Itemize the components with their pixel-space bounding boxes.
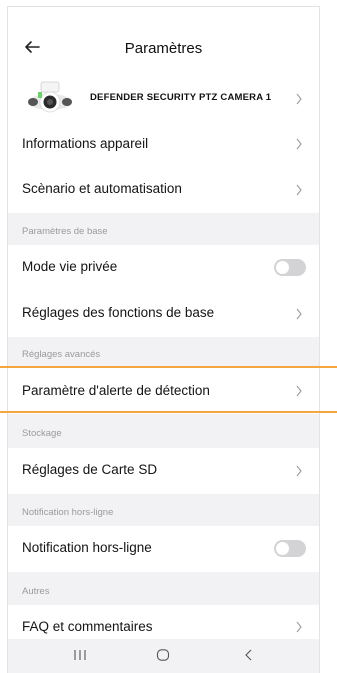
home-icon[interactable] xyxy=(156,649,170,661)
device-info-label: Informations appareil xyxy=(22,136,149,151)
highlight-top-line xyxy=(0,366,337,368)
offline-notif-row: Notification hors-ligne xyxy=(8,526,319,572)
settings-screen: Paramètres DEFENDER SECURITY PTZ CAMERA … xyxy=(7,6,320,673)
system-nav-bar xyxy=(8,639,319,673)
chevron-right-icon xyxy=(296,465,302,477)
privacy-label: Mode vie privée xyxy=(22,259,118,274)
basic-functions-label: Réglages des fonctions de base xyxy=(22,305,215,320)
page-title: Paramètres xyxy=(124,40,203,57)
privacy-row: Mode vie privée xyxy=(8,245,319,291)
section-basic: Paramètres de base xyxy=(22,226,108,237)
chevron-right-icon xyxy=(296,308,302,320)
detection-alert-label: Paramètre d'alerte de détection xyxy=(22,383,210,398)
scenario-label: Scènario et automatisation xyxy=(22,181,182,196)
sd-card-label: Réglages de Carte SD xyxy=(22,462,158,477)
offline-notif-toggle[interactable] xyxy=(274,540,306,557)
privacy-toggle[interactable] xyxy=(274,259,306,276)
back-icon[interactable] xyxy=(244,649,254,661)
offline-notif-label: Notification hors-ligne xyxy=(22,540,152,555)
section-storage: Stockage xyxy=(22,428,62,439)
chevron-right-icon xyxy=(296,621,302,633)
device-row[interactable]: DEFENDER SECURITY PTZ CAMERA 1 xyxy=(8,77,319,121)
recent-apps-icon[interactable] xyxy=(73,649,87,661)
section-offline: Notification hors-ligne xyxy=(22,507,114,518)
camera-icon xyxy=(28,81,72,113)
faq-label: FAQ et commentaires xyxy=(22,619,153,634)
device-info-row[interactable]: Informations appareil xyxy=(8,121,319,167)
device-name: DEFENDER SECURITY PTZ CAMERA 1 xyxy=(90,92,272,103)
highlight-bottom-line xyxy=(0,411,337,413)
chevron-right-icon xyxy=(296,93,302,105)
section-advanced: Réglages avancés xyxy=(22,349,101,360)
basic-functions-row[interactable]: Réglages des fonctions de base xyxy=(8,291,319,337)
chevron-right-icon xyxy=(296,385,302,397)
section-others: Autres xyxy=(22,586,50,597)
toggle-knob xyxy=(276,542,289,555)
chevron-right-icon xyxy=(296,138,302,150)
chevron-right-icon xyxy=(296,184,302,196)
sd-card-row[interactable]: Réglages de Carte SD xyxy=(8,448,319,494)
detection-alert-row[interactable]: Paramètre d'alerte de détection xyxy=(8,368,319,414)
scenario-row[interactable]: Scènario et automatisation xyxy=(8,167,319,213)
toggle-knob xyxy=(276,261,289,274)
